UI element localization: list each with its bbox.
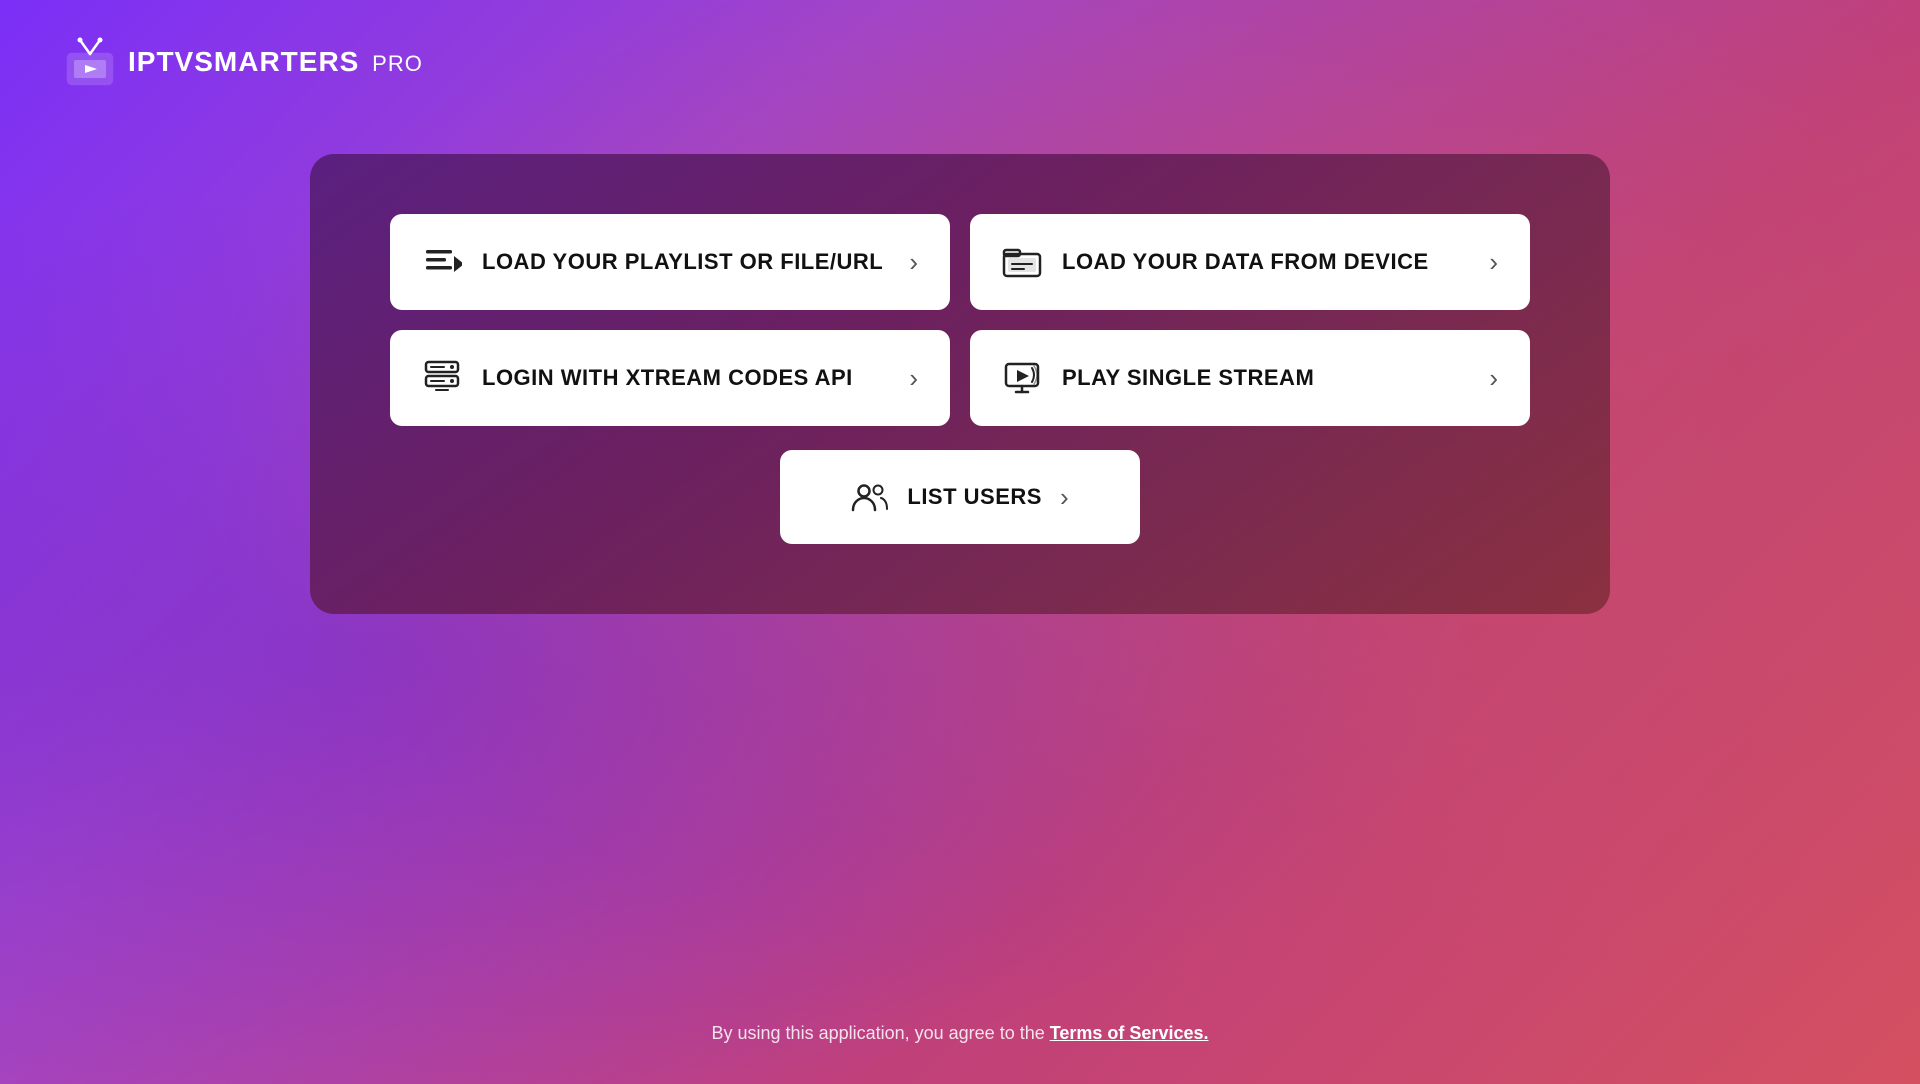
load-device-chevron: › (1489, 247, 1498, 278)
logo-text: IPTVSMARTERS PRO (128, 46, 423, 78)
options-grid: LOAD YOUR PLAYLIST OR FILE/URL › LOAD YO… (390, 214, 1530, 426)
load-playlist-button[interactable]: LOAD YOUR PLAYLIST OR FILE/URL › (390, 214, 950, 310)
play-stream-left: PLAY SINGLE STREAM (1002, 358, 1314, 398)
list-users-row: LIST USERS › (390, 450, 1530, 544)
xtream-left: LOGIN WITH XTREAM CODES API (422, 358, 853, 398)
load-playlist-left: LOAD YOUR PLAYLIST OR FILE/URL (422, 242, 883, 282)
xtream-chevron: › (909, 363, 918, 394)
xtream-icon (422, 358, 462, 398)
play-stream-label: PLAY SINGLE STREAM (1062, 365, 1314, 391)
main-card: LOAD YOUR PLAYLIST OR FILE/URL › LOAD YO… (310, 154, 1610, 614)
stream-icon (1002, 358, 1042, 398)
xtream-login-button[interactable]: LOGIN WITH XTREAM CODES API › (390, 330, 950, 426)
load-device-label: LOAD YOUR DATA FROM DEVICE (1062, 249, 1429, 275)
play-stream-button[interactable]: PLAY SINGLE STREAM › (970, 330, 1530, 426)
load-playlist-label: LOAD YOUR PLAYLIST OR FILE/URL (482, 249, 883, 275)
logo-icon (60, 32, 120, 92)
header: IPTVSMARTERS PRO (0, 0, 1920, 124)
load-device-left: LOAD YOUR DATA FROM DEVICE (1002, 242, 1429, 282)
load-playlist-chevron: › (909, 247, 918, 278)
load-device-button[interactable]: LOAD YOUR DATA FROM DEVICE › (970, 214, 1530, 310)
list-users-chevron: › (1060, 482, 1069, 513)
playlist-icon (422, 242, 462, 282)
device-icon (1002, 242, 1042, 282)
footer: By using this application, you agree to … (0, 1023, 1920, 1044)
xtream-label: LOGIN WITH XTREAM CODES API (482, 365, 853, 391)
list-users-icon (851, 478, 889, 516)
logo: IPTVSMARTERS PRO (60, 32, 423, 92)
footer-text: By using this application, you agree to … (712, 1023, 1050, 1043)
list-users-label: LIST USERS (907, 484, 1042, 510)
terms-link[interactable]: Terms of Services. (1050, 1023, 1209, 1043)
list-users-button[interactable]: LIST USERS › (780, 450, 1140, 544)
play-stream-chevron: › (1489, 363, 1498, 394)
